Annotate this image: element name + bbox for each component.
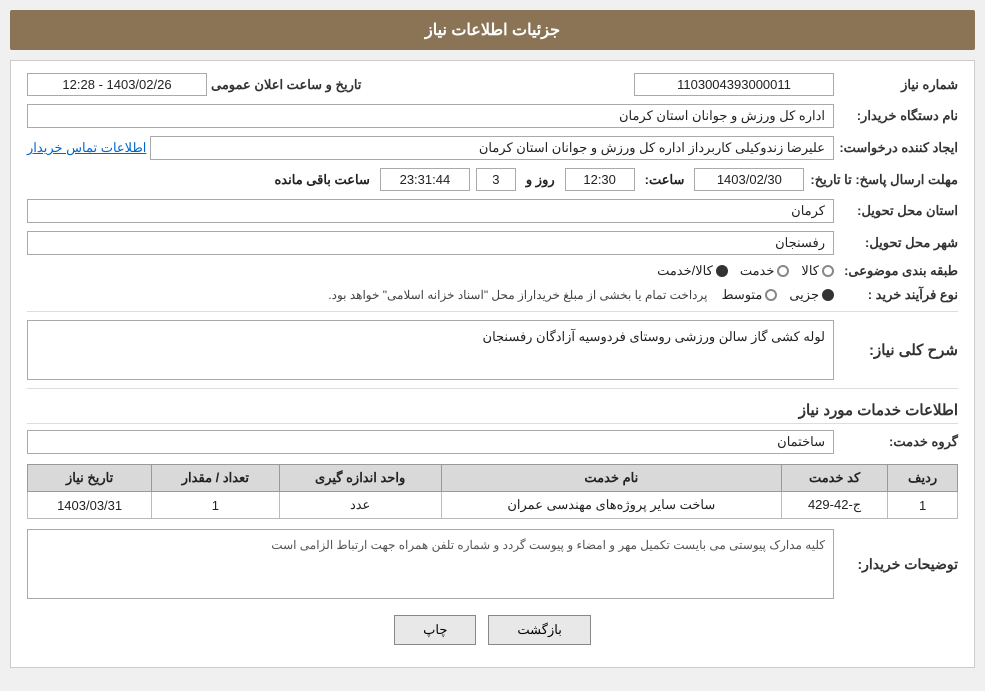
cell-row: 1 — [888, 492, 958, 519]
purchase-type-radio-group: جزیی متوسط — [721, 287, 834, 303]
purchase-motevaset-label: متوسط — [721, 287, 762, 303]
need-number-label: شماره نیاز — [838, 77, 958, 93]
buyer-org-label: نام دستگاه خریدار: — [838, 108, 958, 124]
category-option-kala[interactable]: کالا — [801, 263, 834, 279]
button-row: بازگشت چاپ — [27, 615, 958, 655]
deadline-remaining-label: ساعت باقی مانده — [275, 172, 370, 188]
category-option-khedmat[interactable]: خدمت — [740, 263, 790, 279]
delivery-city-label: شهر محل تحویل: — [838, 235, 958, 251]
page-title: جزئیات اطلاعات نیاز — [10, 10, 975, 50]
col-code: کد خدمت — [781, 465, 887, 492]
deadline-days-value: 3 — [476, 168, 516, 191]
col-date: تاریخ نیاز — [28, 465, 152, 492]
print-button[interactable]: چاپ — [394, 615, 476, 645]
delivery-province-label: استان محل تحویل: — [838, 203, 958, 219]
service-group-value: ساختمان — [27, 430, 834, 454]
description-value: لوله کشی گاز سالن ورزشی روستای فردوسیه آ… — [27, 320, 834, 380]
col-row: ردیف — [888, 465, 958, 492]
deadline-time-label: ساعت: — [645, 172, 685, 188]
buyer-org-value: اداره کل ورزش و جوانان استان کرمان — [27, 104, 834, 128]
category-option-kala-khedmat[interactable]: کالا/خدمت — [657, 263, 728, 279]
delivery-city-value: رفسنجان — [27, 231, 834, 255]
col-quantity: تعداد / مقدار — [152, 465, 279, 492]
category-kala-label: کالا — [801, 263, 819, 279]
cell-unit: عدد — [279, 492, 441, 519]
purchase-option-jozi[interactable]: جزیی — [789, 287, 834, 303]
need-number-value: 1103004393000011 — [634, 73, 834, 96]
contact-info-link[interactable]: اطلاعات تماس خریدار — [27, 140, 146, 156]
cell-code: ج-42-429 — [781, 492, 887, 519]
category-radio-group: کالا خدمت کالا/خدمت — [657, 263, 834, 279]
service-group-label: گروه خدمت: — [838, 434, 958, 450]
category-kala-khedmat-label: کالا/خدمت — [657, 263, 713, 279]
deadline-remaining-value: 23:31:44 — [380, 168, 470, 191]
description-label: شرح کلی نیاز: — [838, 341, 958, 359]
back-button[interactable]: بازگشت — [488, 615, 590, 645]
buyer-notes-value: کلیه مدارک پیوستی می بایست تکمیل مهر و ا… — [27, 529, 834, 599]
deadline-label: مهلت ارسال پاسخ: تا تاریخ: — [810, 172, 958, 188]
category-radio-khedmat — [777, 265, 789, 277]
deadline-time-value: 12:30 — [565, 168, 635, 191]
cell-date: 1403/03/31 — [28, 492, 152, 519]
purchase-type-label: نوع فرآیند خرید : — [838, 287, 958, 303]
col-name: نام خدمت — [441, 465, 781, 492]
category-label: طبقه بندی موضوعی: — [838, 263, 958, 279]
cell-quantity: 1 — [152, 492, 279, 519]
deadline-date-value: 1403/02/30 — [694, 168, 804, 191]
table-row: 1 ج-42-429 ساخت سایر پروژه‌های مهندسی عم… — [28, 492, 958, 519]
requester-value: علیرضا زندوکیلی کاربرداز اداره کل ورزش و… — [150, 136, 834, 160]
category-radio-kala-khedmat — [716, 265, 728, 277]
purchase-radio-jozi — [822, 289, 834, 301]
announce-date-label: تاریخ و ساعت اعلان عمومی — [211, 77, 361, 93]
services-section-title: اطلاعات خدمات مورد نیاز — [27, 401, 958, 424]
services-table-section: ردیف کد خدمت نام خدمت واحد اندازه گیری ت… — [27, 464, 958, 519]
purchase-note: پرداخت تمام یا بخشی از مبلغ خریداراز محل… — [328, 288, 707, 302]
category-radio-kala — [822, 265, 834, 277]
purchase-radio-motevaset — [765, 289, 777, 301]
requester-label: ایجاد کننده درخواست: — [838, 140, 958, 156]
services-table: ردیف کد خدمت نام خدمت واحد اندازه گیری ت… — [27, 464, 958, 519]
category-khedmat-label: خدمت — [740, 263, 775, 279]
delivery-province-value: کرمان — [27, 199, 834, 223]
buyer-notes-label: توضیحات خریدار: — [838, 556, 958, 573]
cell-name: ساخت سایر پروژه‌های مهندسی عمران — [441, 492, 781, 519]
purchase-option-motevaset[interactable]: متوسط — [721, 287, 777, 303]
deadline-days-label: روز و — [526, 172, 555, 188]
col-unit: واحد اندازه گیری — [279, 465, 441, 492]
announce-date-value: 1403/02/26 - 12:28 — [27, 73, 207, 96]
purchase-jozi-label: جزیی — [789, 287, 819, 303]
